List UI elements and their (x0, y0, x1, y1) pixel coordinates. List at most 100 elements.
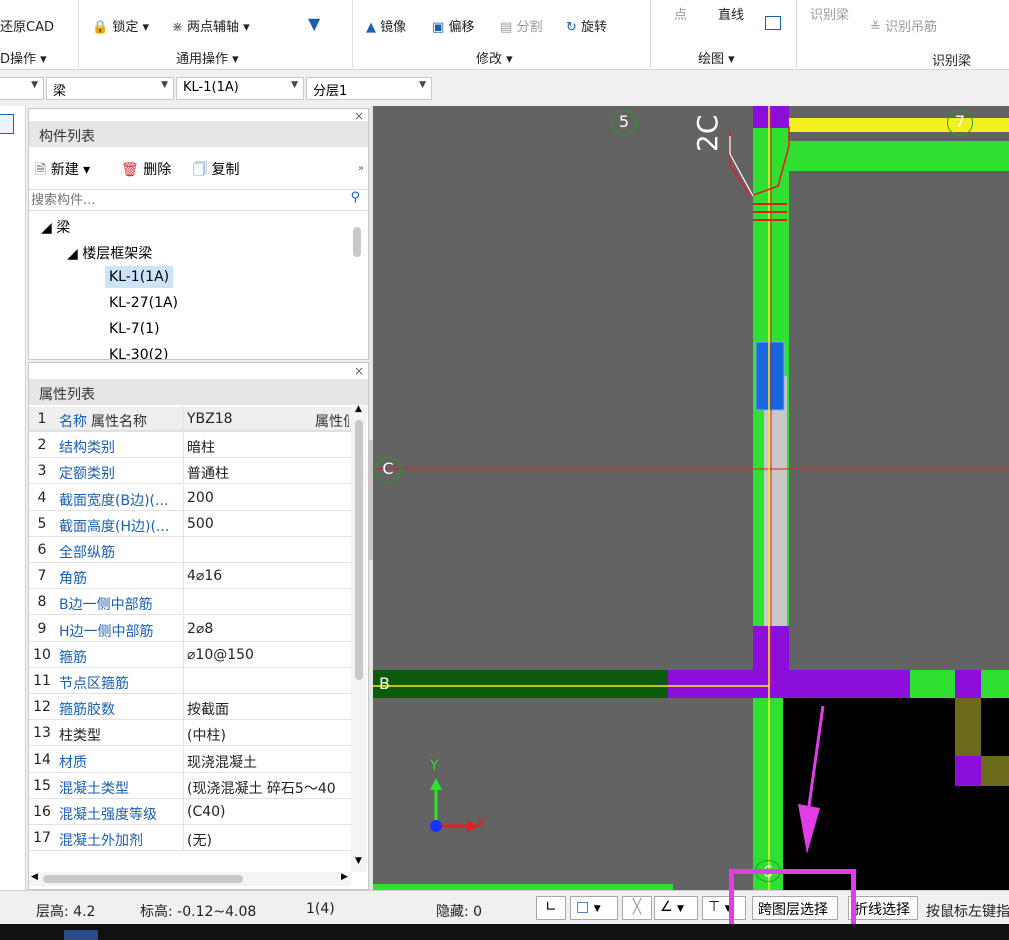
navigation-icon[interactable] (0, 114, 14, 134)
ortho-button[interactable]: ∟ (536, 896, 566, 920)
axis-bubble-5[interactable]: 5 (611, 110, 637, 136)
property-row[interactable]: 16 混凝土强度等级 (C40) (29, 799, 351, 825)
delete-component-button[interactable]: 🗑 删除 (121, 159, 171, 179)
draw-group-label[interactable]: 绘图 ▾ (698, 48, 735, 67)
property-row[interactable]: 6 全部纵筋 (29, 537, 351, 563)
draw-point-button[interactable]: 点 (674, 4, 687, 23)
property-value[interactable]: 现浇混凝土 (187, 752, 351, 772)
hscrollbar-thumb[interactable] (43, 875, 243, 883)
tree-item[interactable]: KL-30(2) (109, 347, 168, 359)
property-row[interactable]: 11 节点区箍筋 (29, 668, 351, 694)
axis-label-b[interactable]: B (379, 674, 390, 693)
two-point-axis-button[interactable]: ⋇ 两点辅轴 ▾ (172, 16, 250, 35)
tree-item[interactable]: KL-7(1) (109, 321, 160, 337)
axis-bubble-7[interactable]: 7 (947, 110, 973, 136)
property-row[interactable]: 12 箍筋胶数 按截面 (29, 694, 351, 721)
rectangle-icon[interactable] (765, 16, 781, 30)
scroll-left-icon[interactable]: ◀ (31, 872, 38, 882)
property-value[interactable]: 普通柱 (187, 463, 351, 483)
property-row[interactable]: 2 结构类别 暗柱 (29, 432, 351, 459)
new-component-button[interactable]: 🗎 新建 ▾ (35, 159, 90, 183)
app-taskbar-icon[interactable] (64, 930, 98, 940)
column-gray (764, 376, 787, 626)
type-combo[interactable]: 梁 ▼ (46, 77, 174, 100)
polyline-select-button[interactable]: 折线选择 (848, 896, 918, 920)
property-row[interactable]: 4 截面宽度(B边)(... 200 (29, 484, 351, 511)
property-row[interactable]: 8 B边一侧中部筋 (29, 589, 351, 616)
type-combo-value: 梁 (53, 84, 67, 99)
new-label: 新建 ▾ (50, 162, 91, 178)
common-operation-group-label[interactable]: 通用操作 ▾ (176, 48, 239, 67)
search-input[interactable] (29, 190, 329, 210)
column-divider (183, 406, 184, 432)
axis-bubble-c[interactable]: C (375, 457, 401, 483)
offset-button[interactable]: ▣ 偏移 (432, 16, 474, 35)
tree-item[interactable]: KL-27(1A) (109, 295, 178, 311)
property-row[interactable]: 7 角筋 4⌀16 (29, 563, 351, 590)
lock-button[interactable]: 🔒 锁定 ▾ (92, 16, 149, 35)
property-hscrollbar[interactable]: ◀ ▶ (29, 872, 351, 886)
property-row[interactable]: 13 柱类型 (中柱) (29, 720, 351, 747)
more-icon[interactable]: » (358, 163, 364, 174)
floor-combo[interactable]: ▼ (0, 77, 44, 100)
tree-scrollbar-thumb[interactable] (353, 227, 361, 257)
property-row[interactable]: 9 H边一侧中部筋 2⌀8 (29, 615, 351, 642)
recognize-beam-button[interactable]: 识别梁 (810, 4, 849, 23)
property-value[interactable]: (中柱) (187, 725, 351, 745)
angle-button[interactable]: ∠ ▼ (654, 896, 698, 920)
property-row[interactable]: 3 定额类别 普通柱 (29, 458, 351, 485)
angle-icon: ∠ (660, 899, 673, 915)
property-scrollbar[interactable]: ▲ ▼ (351, 404, 367, 872)
cad-operation-group-label[interactable]: D操作 ▾ (0, 48, 47, 67)
property-value[interactable]: (现浇混凝土 碎石5～40 (187, 778, 351, 798)
split-button[interactable]: ▤ 分割 (500, 16, 542, 35)
property-row[interactable]: 17 混凝土外加剂 (无) (29, 825, 351, 852)
property-value[interactable]: 按截面 (187, 699, 351, 719)
scroll-up-icon[interactable]: ▲ (355, 404, 362, 414)
tree-item-selected[interactable]: KL-1(1A) (105, 266, 174, 288)
property-value[interactable]: (无) (187, 830, 351, 850)
property-row[interactable]: 10 箍筋 ⌀10@150 (29, 641, 351, 668)
column-divider (183, 825, 184, 852)
split-icon: ▤ (500, 20, 513, 35)
property-value[interactable]: ⌀10@150 (187, 647, 351, 663)
cross-select-button[interactable]: ╳ (622, 896, 652, 920)
recognize-hanger-button[interactable]: ≚ 识别吊筋 (870, 16, 937, 35)
draw-line-button[interactable]: 直线 (718, 4, 744, 23)
scroll-right-icon[interactable]: ▶ (341, 872, 348, 882)
drawing-canvas[interactable]: 5 7 C B 6 2C Y X (373, 106, 1009, 890)
taskbar (0, 924, 1009, 940)
ribbon-divider (352, 0, 353, 68)
property-value[interactable]: 2⌀8 (187, 621, 351, 637)
close-icon[interactable]: × (354, 364, 364, 378)
component-combo[interactable]: KL-1(1A) ▼ (176, 77, 304, 100)
layer-combo[interactable]: 分层1 ▼ (306, 77, 432, 100)
restore-cad-button[interactable]: 还原CAD (0, 16, 54, 35)
property-row[interactable]: 1 名称 YBZ18 (29, 406, 351, 432)
property-value[interactable]: 200 (187, 490, 351, 506)
modify-group-label[interactable]: 修改 ▾ (476, 48, 513, 67)
copy-component-button[interactable]: 🗍 复制 (193, 159, 239, 183)
mirror-button[interactable]: ▲ 镜像 (366, 16, 406, 35)
property-value[interactable]: 暗柱 (187, 437, 351, 457)
tree-node-beam[interactable]: ◢ 梁 (41, 217, 70, 237)
component-search-box[interactable]: ⚲ (29, 189, 368, 211)
property-row[interactable]: 15 混凝土类型 (现浇混凝土 碎石5～40 (29, 772, 351, 799)
close-icon[interactable]: × (354, 109, 364, 123)
scroll-down-icon[interactable]: ▼ (355, 856, 362, 866)
property-value[interactable]: 500 (187, 516, 351, 532)
snap-button[interactable]: □ ▼ (570, 896, 618, 920)
rotate-button[interactable]: ↻ 旋转 (566, 16, 607, 35)
filter-icon[interactable]: ▼ (308, 14, 320, 33)
row-number: 9 (37, 620, 47, 637)
property-value[interactable]: (C40) (187, 804, 351, 820)
tree-node-frame-beam[interactable]: ◢ 楼层框架梁 (67, 243, 152, 263)
ribbon-divider (78, 0, 79, 68)
property-row[interactable]: 5 截面高度(H边)(... 500 (29, 510, 351, 537)
property-row[interactable]: 14 材质 现浇混凝土 (29, 746, 351, 773)
column-divider (183, 589, 184, 616)
property-value[interactable]: 4⌀16 (187, 568, 351, 584)
property-value[interactable]: YBZ18 (187, 411, 351, 427)
search-icon[interactable]: ⚲ (350, 190, 360, 205)
scrollbar-thumb[interactable] (355, 420, 363, 680)
